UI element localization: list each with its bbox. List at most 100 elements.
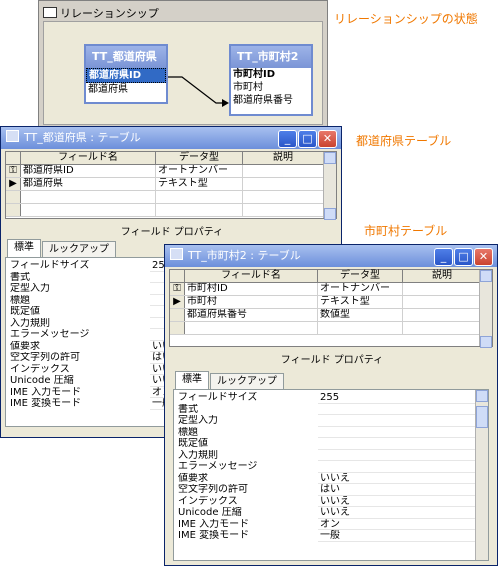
description-cell[interactable] [403, 296, 482, 308]
property-value[interactable]: 255 [318, 392, 488, 404]
relation-field[interactable]: 市町村 [231, 81, 311, 94]
field-name-cell[interactable]: 市町村ID [185, 283, 318, 295]
property-row[interactable]: IME 入力モード オン [174, 518, 488, 530]
relationship-window: リレーションシップ TT_都道府県 都道府県ID 都道府県 TT_市町村2 市町… [38, 0, 328, 128]
property-name: 書式 [10, 271, 30, 283]
minimize-button[interactable]: _ [434, 248, 453, 266]
data-type-cell[interactable]: 数値型 [318, 309, 403, 321]
property-row[interactable]: 値要求 いい [6, 341, 176, 352]
property-row[interactable]: 空文字列の許可 はい [174, 484, 488, 496]
field-name-cell[interactable]: 都道府県ID [21, 165, 156, 177]
property-value[interactable] [318, 427, 488, 438]
property-list: フィールドサイズ 255 書式 定型入力 標題 既定値 入力規則 エラーメッセージ 値要求 いいえ… [173, 389, 489, 561]
property-value[interactable] [318, 415, 488, 427]
property-row[interactable]: Unicode 圧縮 いい [6, 375, 176, 387]
grid-scrollbar[interactable] [479, 270, 492, 348]
relation-table-city[interactable]: TT_市町村2 市町村ID 市町村 都道府県番号 [229, 44, 313, 116]
property-name: インデックス [178, 495, 238, 507]
property-row[interactable]: 入力規則 [6, 318, 176, 329]
property-name: 空文字列の許可 [10, 352, 80, 363]
data-type-cell[interactable]: テキスト型 [318, 296, 403, 308]
table-row[interactable] [6, 204, 336, 217]
relation-field[interactable]: 都道府県ID [86, 68, 166, 83]
grid-scrollbar[interactable] [323, 152, 336, 220]
maximize-button[interactable]: □ [298, 130, 317, 148]
relation-field[interactable]: 市町村ID [231, 68, 311, 81]
property-name: 定型入力 [178, 415, 218, 426]
property-value[interactable]: いいえ [318, 473, 488, 484]
table-row[interactable]: ⚿ 都道府県ID オートナンバー [6, 165, 336, 178]
property-value[interactable]: はい [318, 484, 488, 496]
relation-field[interactable]: 都道府県 [86, 83, 166, 96]
property-value[interactable]: いいえ [318, 507, 488, 519]
header-field-name: フィールド名 [185, 270, 318, 282]
primary-key-icon: ⚿ [170, 283, 185, 295]
property-name: フィールドサイズ [10, 260, 90, 271]
table-icon [6, 130, 19, 142]
description-cell[interactable] [243, 165, 324, 177]
property-value[interactable] [318, 438, 488, 450]
relationship-line[interactable] [168, 72, 230, 108]
property-name: IME 入力モード [178, 518, 250, 530]
property-row[interactable]: 書式 [174, 404, 488, 415]
property-row[interactable]: エラーメッセージ [6, 329, 176, 341]
field-name-cell[interactable]: 市町村 [185, 296, 318, 308]
property-name: Unicode 圧縮 [10, 375, 74, 386]
property-row[interactable]: 値要求 いいえ [174, 472, 488, 484]
table-row[interactable]: ⚿ 市町村ID オートナンバー [170, 283, 492, 296]
row-selector-icon: ▶ [6, 178, 21, 190]
property-row[interactable]: IME 変換モード 一般 [6, 398, 176, 410]
property-row[interactable]: インデックス いいえ [174, 495, 488, 507]
tab-lookup[interactable]: ルックアップ [42, 241, 116, 257]
property-value[interactable]: いいえ [318, 496, 488, 507]
property-value[interactable] [318, 461, 488, 473]
field-name-cell[interactable]: 都道府県 [21, 178, 156, 190]
property-value[interactable]: 一般 [318, 530, 488, 542]
property-row[interactable]: 定型入力 [6, 283, 176, 295]
property-row[interactable]: IME 入力モード オン [6, 387, 176, 398]
property-row[interactable]: 書式 [6, 271, 176, 283]
tab-standard[interactable]: 標準 [7, 239, 41, 257]
close-button[interactable]: ✕ [474, 248, 493, 266]
relation-table-prefecture[interactable]: TT_都道府県 都道府県ID 都道府県 [84, 44, 168, 104]
relation-field[interactable]: 都道府県番号 [231, 94, 311, 107]
primary-key-icon: ⚿ [6, 165, 21, 177]
data-type-cell[interactable]: オートナンバー [156, 165, 243, 177]
tab-standard[interactable]: 標準 [175, 371, 209, 389]
table-row[interactable]: ▶ 市町村 テキスト型 [170, 296, 492, 309]
property-row[interactable]: インデックス いい [6, 364, 176, 375]
property-row[interactable]: IME 変換モード 一般 [174, 530, 488, 542]
property-row[interactable]: フィールドサイズ 255 [6, 260, 176, 272]
table-row[interactable]: ▶ 都道府県 テキスト型 [6, 178, 336, 191]
property-row[interactable]: Unicode 圧縮 いいえ [174, 507, 488, 519]
data-type-cell[interactable]: オートナンバー [318, 283, 403, 295]
minimize-button[interactable]: _ [278, 130, 297, 148]
property-row[interactable]: フィールドサイズ 255 [174, 392, 488, 404]
property-row[interactable]: 空文字列の許可 はい [6, 352, 176, 364]
table-row[interactable] [170, 322, 492, 335]
property-row[interactable]: 標題 [6, 295, 176, 306]
description-cell[interactable] [243, 178, 324, 190]
property-row[interactable]: 既定値 [6, 306, 176, 318]
field-name-cell[interactable]: 都道府県番号 [185, 309, 318, 321]
maximize-button[interactable]: □ [454, 248, 473, 266]
property-row[interactable]: エラーメッセージ [174, 461, 488, 473]
description-cell[interactable] [403, 309, 482, 321]
field-properties-label: フィールド プロパティ [120, 227, 224, 238]
property-row[interactable]: 既定値 [174, 438, 488, 450]
table-row[interactable] [6, 191, 336, 204]
property-value[interactable]: オン [318, 519, 488, 530]
property-row[interactable]: 標題 [174, 427, 488, 438]
data-type-cell[interactable]: テキスト型 [156, 178, 243, 190]
property-row[interactable]: 入力規則 [174, 450, 488, 461]
description-cell[interactable] [403, 283, 482, 295]
property-scrollbar[interactable] [475, 390, 488, 560]
close-button[interactable]: ✕ [318, 130, 337, 148]
property-row[interactable]: 定型入力 [174, 415, 488, 427]
property-value[interactable] [318, 450, 488, 461]
property-value[interactable] [318, 404, 488, 415]
tab-lookup[interactable]: ルックアップ [210, 373, 284, 389]
table-row[interactable]: 都道府県番号 数値型 [170, 309, 492, 322]
property-name: 値要求 [178, 472, 208, 484]
relationship-icon [43, 7, 57, 18]
